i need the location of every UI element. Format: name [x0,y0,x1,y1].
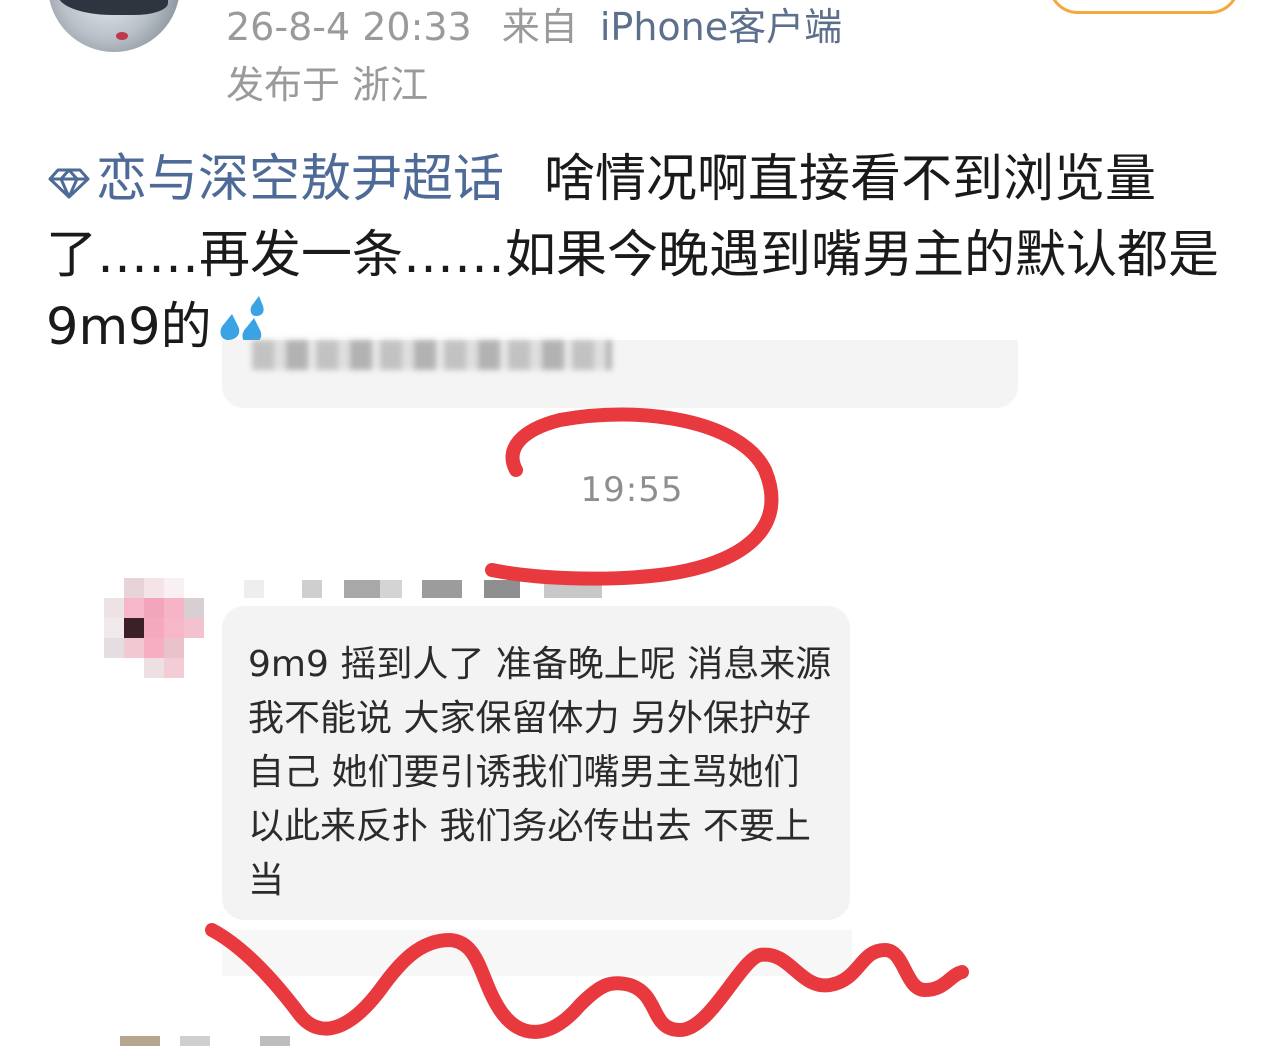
chat-message-line: 当 [248,860,285,901]
follow-button[interactable] [1048,0,1240,14]
pixelated-next-avatar [120,1036,320,1046]
topic-label: 恋与深空敖尹超话 [96,150,505,209]
pixelated-sender-name [244,580,604,598]
avatar-hair [58,0,168,15]
next-bubble-edge [222,930,852,976]
topic-link[interactable]: 恋与深空敖尹超话 [46,150,504,209]
post-body: 恋与深空敖尹超话 啥情况啊直接看不到浏览量了……再发一条……如果今晚遇到嘴男主的默… [46,144,1236,372]
chat-message-line: 我不能说 大家保留体力 另外保护好 [248,698,811,739]
previous-message-bubble [222,340,1018,408]
chat-timestamp: 19:55 [580,470,684,510]
chat-message-line: 9m9 摇到人了 准备晚上呢 消息来源 [248,644,832,685]
diamond-icon [46,148,92,220]
chat-message-line: 自己 她们要引诱我们嘴男主骂她们 [248,752,800,793]
chat-message-line: 以此来反扑 我们务必传出去 不要上 [248,806,811,847]
chat-message-text: 9m9 摇到人了 准备晚上呢 消息来源 我不能说 大家保留体力 另外保护好 自己… [248,638,858,908]
post-source-prefix: 来自 [501,5,578,49]
pixelated-avatar [104,578,204,678]
previous-message-text-cropped [252,340,612,370]
post-meta: 26-8-4 20:33 来自 iPhone客户端 [226,4,842,50]
post-location: 发布于 浙江 [226,63,429,107]
post-timestamp: 26-8-4 20:33 [226,5,472,49]
avatar-lip [116,32,128,40]
user-avatar[interactable] [48,0,180,52]
post-source[interactable]: iPhone客户端 [600,5,842,49]
